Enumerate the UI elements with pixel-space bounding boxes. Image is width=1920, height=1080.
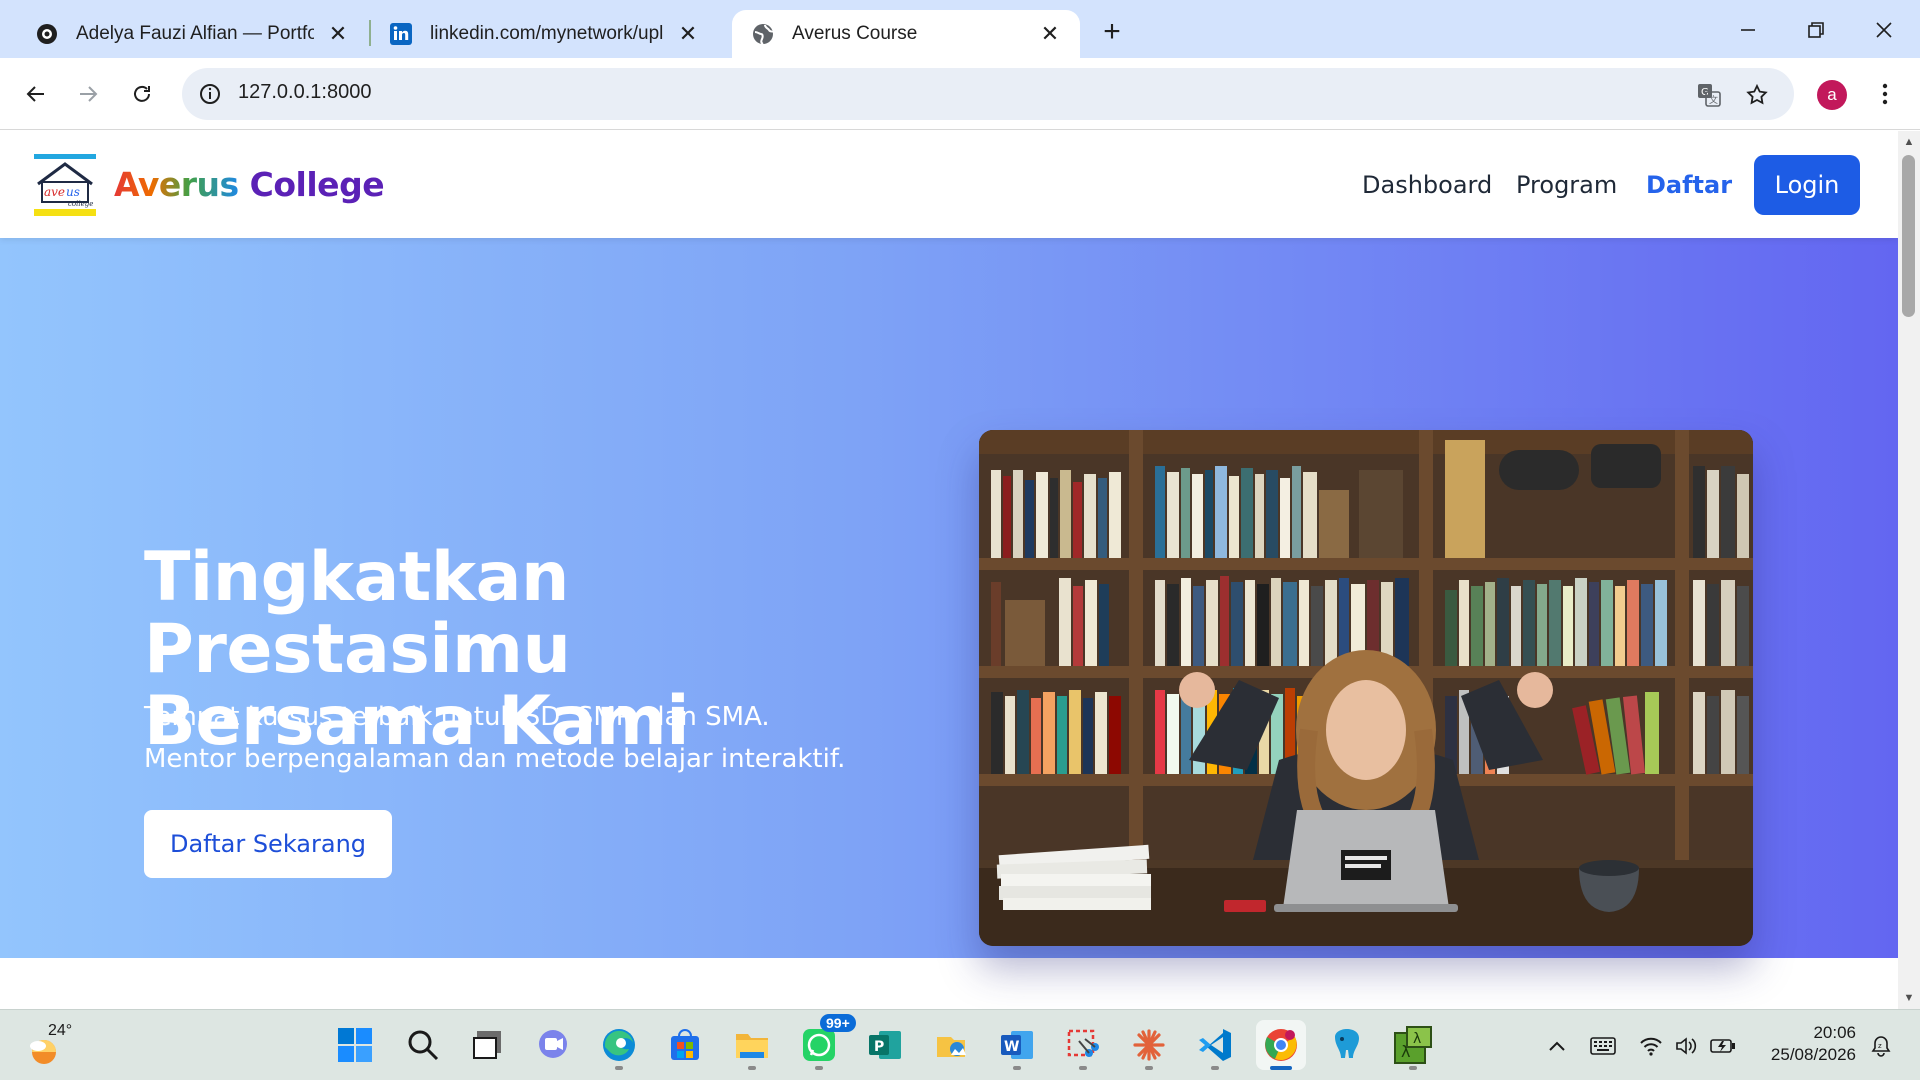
- running-indicator: [815, 1066, 823, 1070]
- file-explorer-icon[interactable]: [727, 1020, 777, 1070]
- microsoft-store-icon[interactable]: [660, 1020, 710, 1070]
- nav-link-dashboard[interactable]: Dashboard: [1362, 171, 1492, 199]
- brand-part-college: College: [249, 165, 385, 204]
- search-icon[interactable]: [398, 1020, 448, 1070]
- svg-text:college: college: [68, 200, 93, 208]
- clock-date: 25/08/2026: [1770, 1045, 1856, 1064]
- page-scrollbar[interactable]: ▲ ▼: [1898, 131, 1920, 1009]
- close-icon[interactable]: ✕: [674, 20, 702, 48]
- start-windows-icon[interactable]: [330, 1020, 380, 1070]
- address-bar[interactable]: 127.0.0.1:8000 G文: [182, 68, 1794, 120]
- running-indicator: [1409, 1066, 1417, 1070]
- close-window-icon[interactable]: [1858, 8, 1910, 52]
- snipping-tool-icon[interactable]: [1058, 1020, 1108, 1070]
- brand-part-averus: Averus: [114, 165, 239, 204]
- task-view-icon[interactable]: [462, 1020, 512, 1070]
- running-indicator: [1013, 1066, 1021, 1070]
- volume-icon[interactable]: [1672, 1032, 1702, 1060]
- svg-text:P: P: [874, 1039, 884, 1055]
- running-indicator: [748, 1066, 756, 1070]
- svg-text:z: z: [1878, 1042, 1882, 1050]
- vscode-icon[interactable]: [1190, 1020, 1240, 1070]
- lambda-app-icon[interactable]: λλ: [1388, 1020, 1438, 1070]
- site-info-icon[interactable]: [196, 80, 224, 108]
- clock-time: 20:06: [1813, 1023, 1856, 1042]
- averus-logo[interactable]: ave us college: [34, 154, 96, 216]
- nav-link-daftar[interactable]: Daftar: [1646, 171, 1732, 199]
- running-indicator: [1211, 1066, 1219, 1070]
- minimize-icon[interactable]: [1722, 8, 1774, 52]
- tab-strip: Adelya Fauzi Alfian — Portfolio ✕ linked…: [0, 0, 1920, 58]
- system-clock[interactable]: 20:06 25/08/2026: [1736, 1022, 1856, 1066]
- hero-section: Tingkatkan Prestasimu Bersama Kami Tempa…: [0, 238, 1898, 958]
- nav-link-program[interactable]: Program: [1516, 171, 1617, 199]
- notification-badge: 99+: [820, 1014, 856, 1032]
- brand-name[interactable]: Averus College: [114, 165, 385, 204]
- url-text: 127.0.0.1:8000: [238, 81, 372, 103]
- running-indicator: [1079, 1066, 1087, 1070]
- globe-icon: [750, 21, 776, 47]
- keyboard-icon[interactable]: [1588, 1032, 1618, 1060]
- wifi-icon[interactable]: [1636, 1032, 1666, 1060]
- photos-icon[interactable]: [926, 1020, 976, 1070]
- forward-icon[interactable]: [66, 72, 110, 116]
- running-indicator: [1145, 1066, 1153, 1070]
- weather-widget[interactable]: 24°: [28, 1022, 72, 1066]
- page-viewport: ave us college Averus College Dashboard …: [0, 131, 1898, 1009]
- restore-icon[interactable]: [1790, 8, 1842, 52]
- svg-text:λ: λ: [1413, 1031, 1421, 1047]
- site-navbar: ave us college Averus College Dashboard …: [0, 131, 1898, 238]
- tab-title: linkedin.com/mynetwork/uploa: [430, 23, 664, 44]
- tab-title: Averus Course: [792, 23, 918, 44]
- tab-portfolio[interactable]: Adelya Fauzi Alfian — Portfolio ✕: [16, 10, 368, 58]
- hero-subtitle: Tempat kursus terbaik untuk SD, SMP, dan…: [144, 702, 846, 774]
- tab-title: Adelya Fauzi Alfian — Portfolio: [76, 23, 314, 44]
- close-icon[interactable]: ✕: [324, 20, 352, 48]
- bookmark-star-icon[interactable]: [1742, 80, 1772, 110]
- scrollbar-thumb[interactable]: [1902, 155, 1915, 317]
- menu-icon[interactable]: [1872, 76, 1898, 112]
- svg-text:λ: λ: [1401, 1042, 1410, 1061]
- claude-icon[interactable]: [1124, 1020, 1174, 1070]
- svg-text:us: us: [66, 185, 80, 199]
- tab-averus-course[interactable]: Averus Course ✕: [732, 10, 1080, 58]
- scroll-down-arrow-icon[interactable]: ▼: [1898, 989, 1920, 1007]
- notification-bell-icon[interactable]: z: [1866, 1032, 1896, 1060]
- running-indicator: [615, 1066, 623, 1070]
- reload-icon[interactable]: [120, 72, 164, 116]
- edge-icon[interactable]: [594, 1020, 644, 1070]
- back-icon[interactable]: [14, 72, 58, 116]
- hero-title-line1: Tingkatkan Prestasimu: [144, 538, 571, 689]
- scroll-up-arrow-icon[interactable]: ▲: [1898, 133, 1920, 151]
- hero-image-student-laptop: [979, 430, 1753, 946]
- running-indicator: [1270, 1066, 1292, 1070]
- linkedin-icon: [388, 21, 414, 47]
- translate-icon[interactable]: G文: [1694, 80, 1724, 110]
- chrome-icon[interactable]: [1256, 1020, 1306, 1070]
- mysql-workbench-icon[interactable]: [1322, 1020, 1372, 1070]
- svg-text:ave: ave: [44, 185, 65, 199]
- tab-linkedin[interactable]: linkedin.com/mynetwork/uploa ✕: [370, 10, 718, 58]
- login-button[interactable]: Login: [1754, 155, 1860, 215]
- daftar-sekarang-button[interactable]: Daftar Sekarang: [144, 810, 392, 878]
- weather-temperature: 24°: [48, 1022, 73, 1039]
- close-icon[interactable]: ✕: [1036, 20, 1064, 48]
- word-icon[interactable]: W: [992, 1020, 1042, 1070]
- svg-text:文: 文: [1709, 94, 1718, 106]
- windows-taskbar: 24° 99+ P W λ λ 20:06 25/08/2026 z: [0, 1009, 1920, 1080]
- profile-avatar[interactable]: a: [1817, 80, 1847, 110]
- browser-toolbar: 127.0.0.1:8000 G文 a: [0, 58, 1920, 130]
- new-tab-button[interactable]: +: [1094, 14, 1130, 50]
- teams-chat-icon[interactable]: [528, 1020, 578, 1070]
- battery-charging-icon[interactable]: [1708, 1032, 1738, 1060]
- chevron-up-icon[interactable]: [1542, 1032, 1572, 1060]
- portfolio-favicon-icon: [34, 21, 60, 47]
- publisher-icon[interactable]: P: [860, 1020, 910, 1070]
- svg-text:W: W: [1004, 1039, 1019, 1055]
- whatsapp-icon[interactable]: 99+: [794, 1014, 856, 1070]
